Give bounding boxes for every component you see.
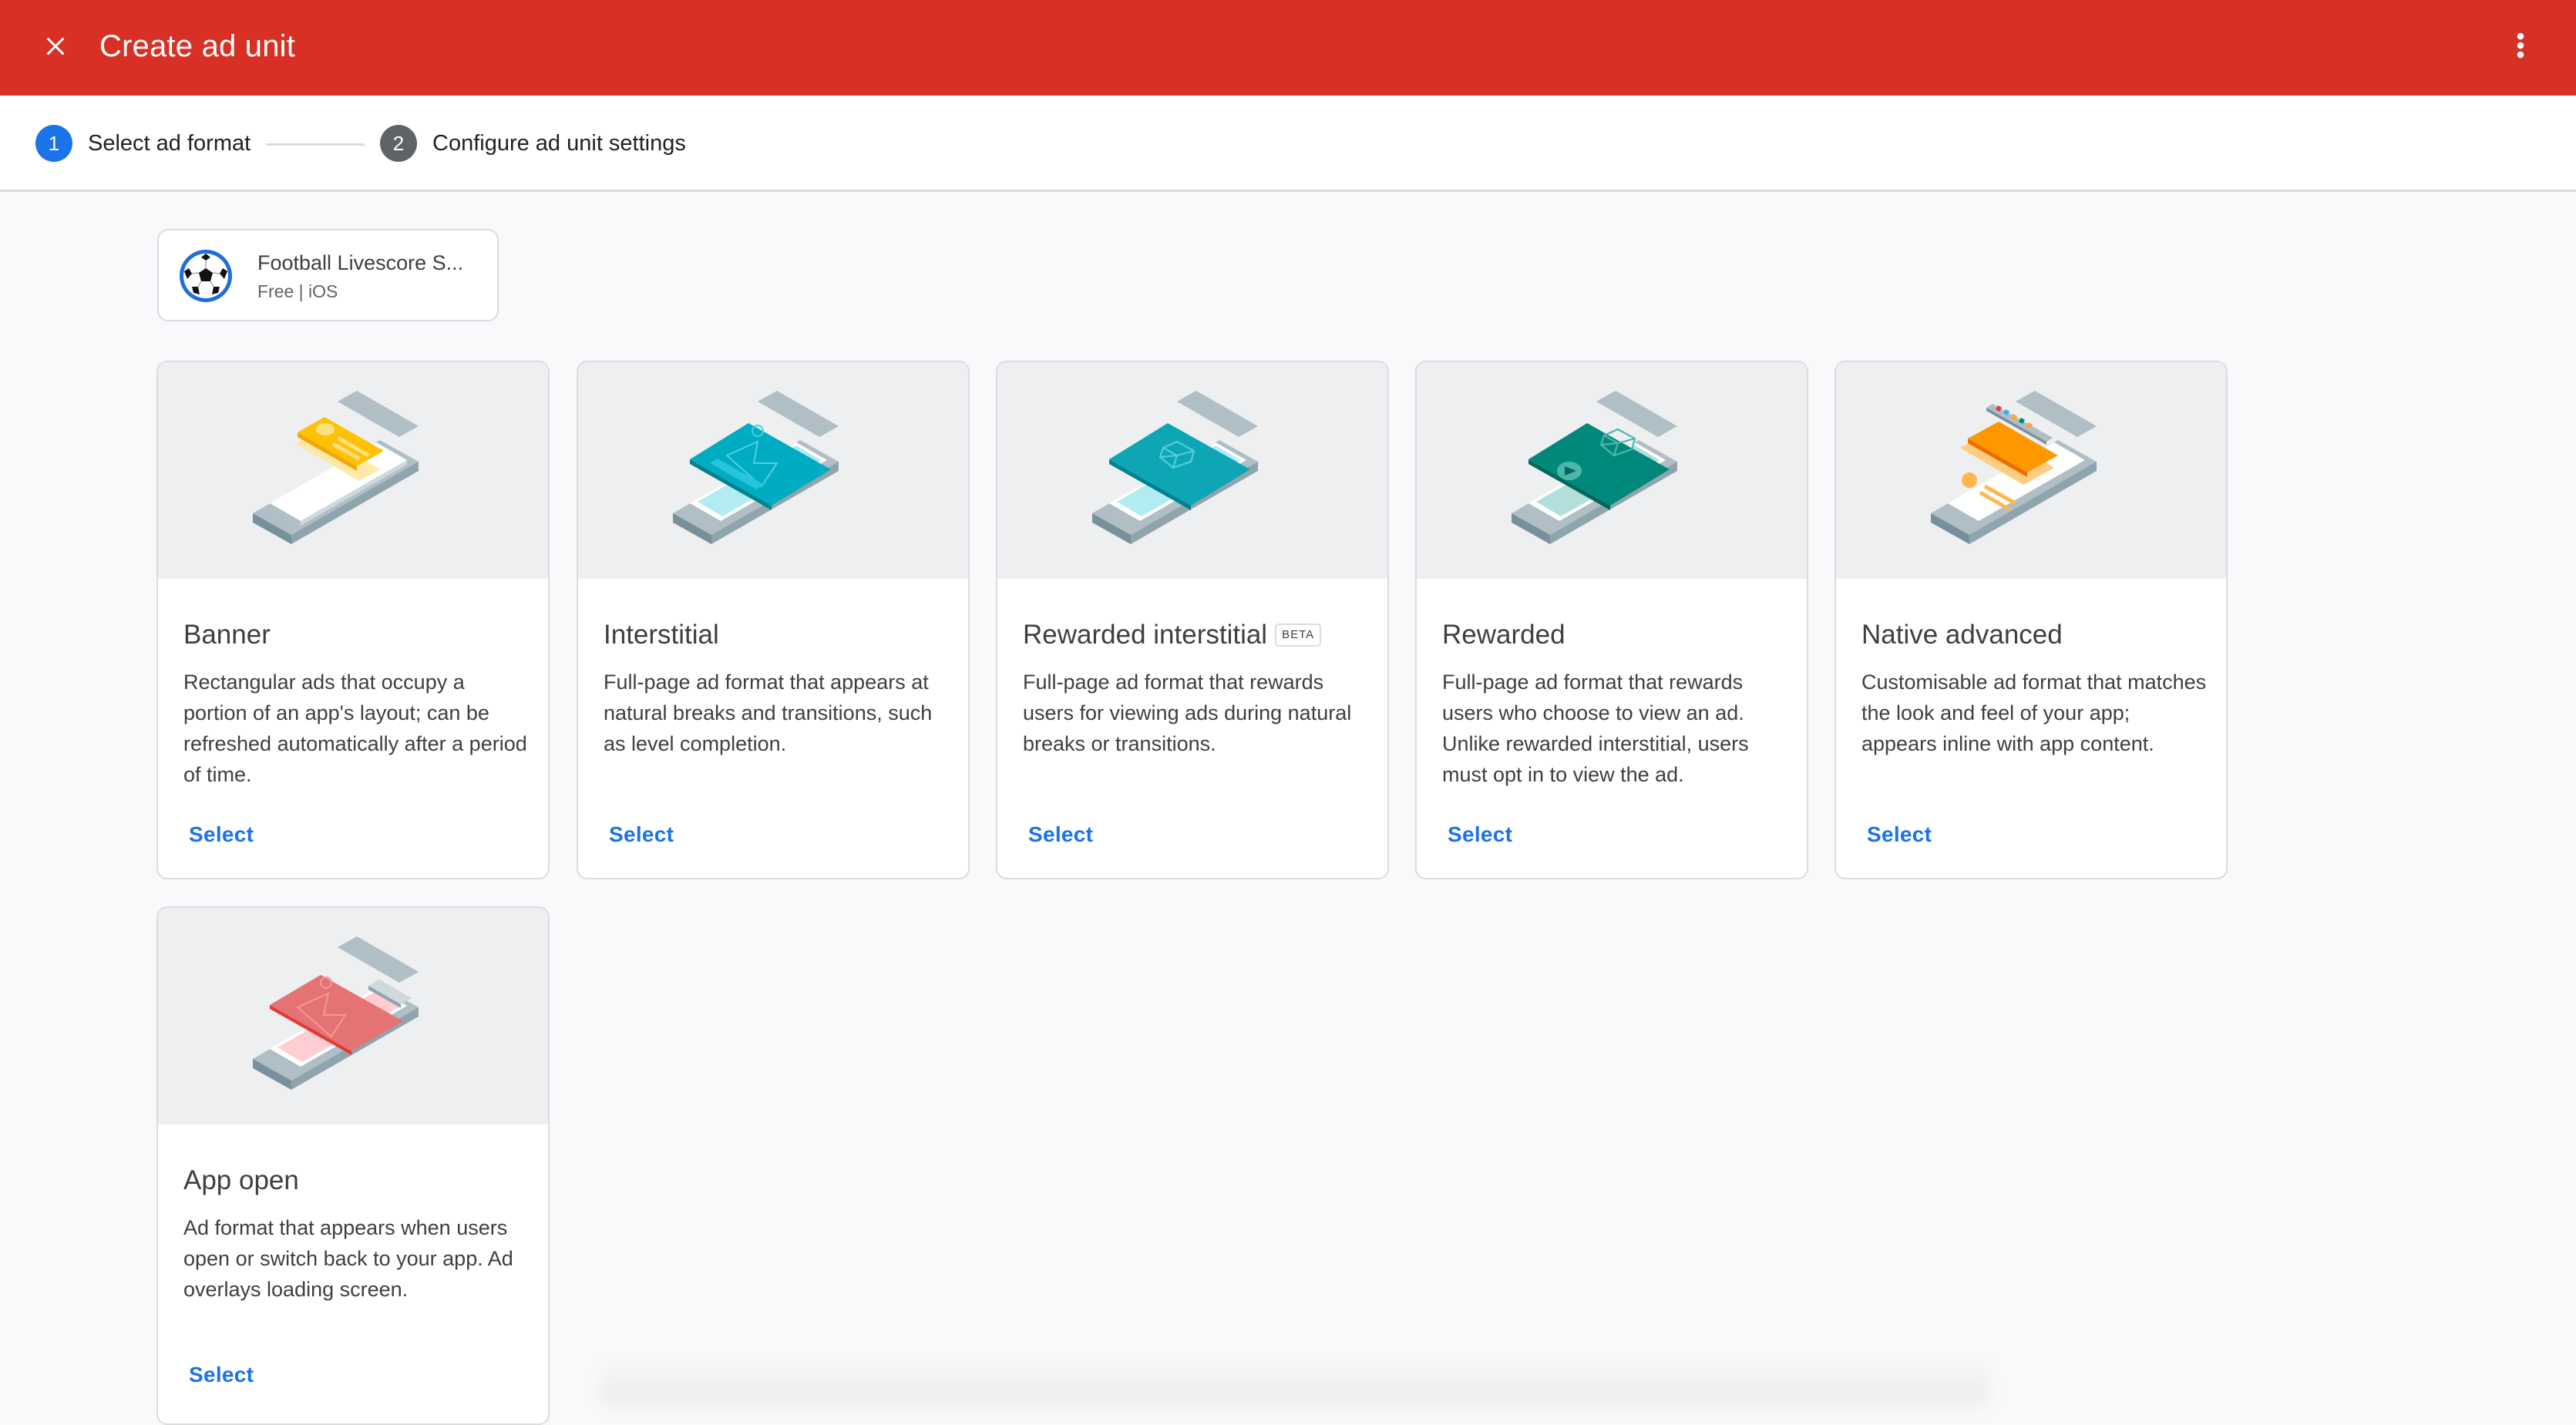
- select-button[interactable]: Select: [189, 1363, 254, 1387]
- card-title-text: App open: [183, 1165, 299, 1195]
- close-icon: [46, 37, 65, 55]
- card-description: Full-page ad format that rewards users f…: [1023, 670, 1352, 755]
- card-title: Rewarded: [1442, 620, 1565, 650]
- app-open-illustration: [158, 908, 548, 1124]
- rewarded-interstitial-illustration: [997, 362, 1387, 579]
- more-options-button[interactable]: [2500, 26, 2541, 66]
- card-title: Banner: [183, 620, 271, 650]
- select-button[interactable]: Select: [1448, 822, 1512, 847]
- format-card-interstitial[interactable]: Interstitial Full-page ad format that ap…: [577, 361, 970, 879]
- step-number: 1: [35, 125, 72, 162]
- more-vert-icon: [2517, 32, 2524, 59]
- rewarded-illustration: [1417, 362, 1807, 579]
- banner-illustration: [158, 362, 548, 579]
- close-button[interactable]: [35, 26, 76, 66]
- card-title-text: Banner: [183, 620, 271, 650]
- step-label: Select ad format: [88, 130, 251, 156]
- format-card-rewarded-interstitial[interactable]: Rewarded interstitial BETA Full-page ad …: [996, 361, 1389, 879]
- format-card-native-advanced[interactable]: Native advanced Customisable ad format t…: [1834, 361, 2228, 879]
- step-label: Configure ad unit settings: [432, 130, 686, 156]
- card-description: Full-page ad format that rewards users w…: [1442, 670, 1749, 786]
- format-card-app-open[interactable]: App open Ad format that appears when use…: [156, 906, 550, 1425]
- format-card-rewarded[interactable]: Rewarded Full-page ad format that reward…: [1415, 361, 1808, 879]
- step-select-ad-format[interactable]: 1 Select ad format: [35, 125, 251, 162]
- soccer-ball-icon: [180, 250, 232, 302]
- card-title: Rewarded interstitial BETA: [1023, 620, 1322, 650]
- select-button[interactable]: Select: [1867, 822, 1932, 847]
- top-app-bar: Create ad unit: [0, 0, 2576, 96]
- step-configure-settings[interactable]: 2 Configure ad unit settings: [380, 125, 686, 162]
- card-title-text: Interstitial: [604, 620, 719, 650]
- card-title: Native advanced: [1861, 620, 2063, 650]
- stepper: 1 Select ad format 2 Configure ad unit s…: [0, 96, 2576, 192]
- card-title-text: Native advanced: [1861, 620, 2063, 650]
- card-title-text: Rewarded: [1442, 620, 1565, 650]
- format-card-banner[interactable]: Banner Rectangular ads that occupy a por…: [156, 361, 550, 879]
- card-description: Full-page ad format that appears at natu…: [604, 670, 933, 755]
- card-title: App open: [183, 1165, 299, 1196]
- card-description: Rectangular ads that occupy a portion of…: [183, 670, 527, 786]
- card-description: Ad format that appears when users open o…: [183, 1216, 513, 1301]
- step-connector: [266, 143, 365, 146]
- app-name: Football Livescore S...: [257, 251, 464, 274]
- bottom-shadow: [601, 1356, 1989, 1404]
- interstitial-illustration: [578, 362, 968, 579]
- step-number: 2: [380, 125, 417, 162]
- selected-app-chip: Football Livescore S... Free | iOS: [157, 229, 499, 321]
- app-meta: Free | iOS: [257, 281, 338, 301]
- select-button[interactable]: Select: [609, 822, 674, 847]
- card-title: Interstitial: [604, 620, 719, 650]
- select-button[interactable]: Select: [1028, 822, 1093, 847]
- page-title: Create ad unit: [99, 29, 296, 63]
- card-description: Customisable ad format that matches the …: [1861, 670, 2207, 755]
- native-advanced-illustration: [1836, 362, 2226, 579]
- select-button[interactable]: Select: [189, 822, 254, 847]
- card-title-text: Rewarded interstitial: [1023, 620, 1268, 650]
- beta-badge: BETA: [1275, 623, 1322, 647]
